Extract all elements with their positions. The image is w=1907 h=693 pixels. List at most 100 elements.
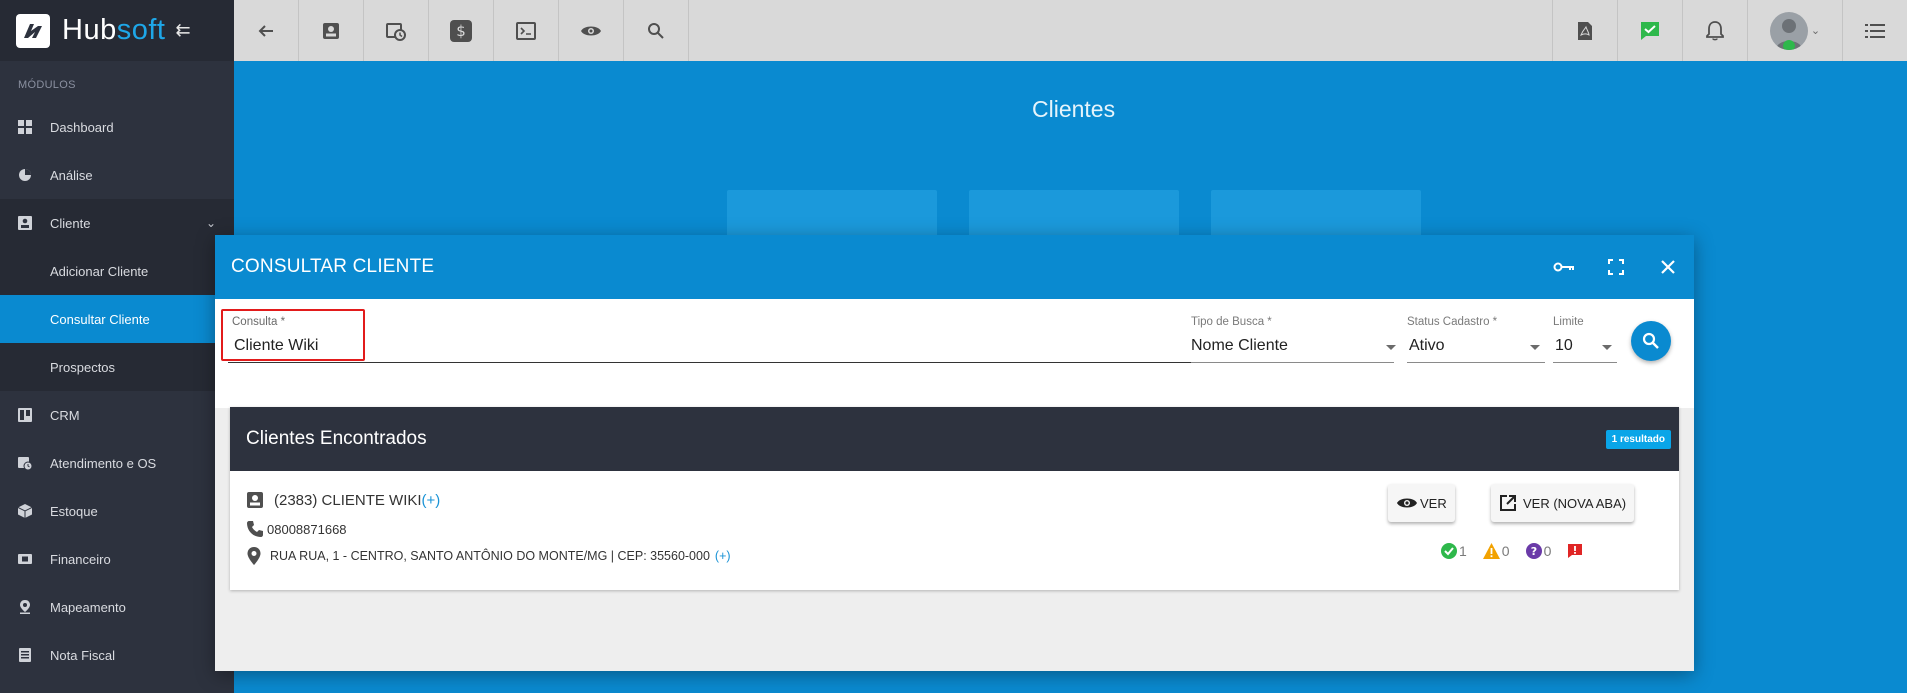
- search-button[interactable]: [624, 0, 689, 61]
- top-toolbar: $ ⌄: [234, 0, 1907, 61]
- box-icon: [18, 504, 32, 518]
- contact-card-icon: [323, 22, 339, 39]
- user-menu[interactable]: ⌄: [1747, 0, 1842, 61]
- pdf-button[interactable]: [1552, 0, 1617, 61]
- brand-name-part2: soft: [116, 14, 166, 46]
- page-title: Clientes: [1032, 96, 1116, 122]
- hubsoft-logo-icon: [16, 13, 50, 48]
- sidebar-subitem-prospectos[interactable]: Prospectos: [0, 343, 234, 391]
- money-icon: [18, 554, 32, 564]
- key-button[interactable]: [1538, 241, 1590, 293]
- calendar-clock-icon: [386, 22, 406, 41]
- pdf-file-icon: [1578, 21, 1592, 40]
- results-title: Clientes Encontrados: [246, 428, 427, 449]
- modal-header: CONSULTAR CLIENTE: [215, 235, 1694, 299]
- sidebar: Hubsoft ⇇ MÓDULOS Dashboard Análise Clie…: [0, 0, 234, 693]
- menu-button[interactable]: [1842, 0, 1907, 61]
- back-button[interactable]: [234, 0, 299, 61]
- tasks-button[interactable]: [1617, 0, 1682, 61]
- warning-icon: [1482, 543, 1500, 559]
- status-cadastro-underline: [1407, 362, 1545, 363]
- status-cadastro-select[interactable]: Ativo: [1409, 337, 1539, 355]
- ver-nova-aba-button[interactable]: VER (NOVA ABA): [1491, 484, 1635, 522]
- sidebar-item-estoque[interactable]: Estoque: [0, 487, 234, 535]
- results-header: Clientes Encontrados 1 resultado: [230, 407, 1679, 471]
- counter-ok-value: 1: [1459, 543, 1467, 559]
- fullscreen-icon: [1608, 259, 1624, 275]
- search-icon: [648, 22, 664, 39]
- client-name-line: (2383) CLIENTE WIKI (+): [246, 491, 440, 509]
- client-phone-line: 08008871668: [246, 520, 347, 538]
- sidebar-item-financeiro[interactable]: Financeiro: [0, 535, 234, 583]
- open-in-new-icon: [1500, 495, 1516, 511]
- key-icon: [1553, 262, 1574, 272]
- client-name-expand[interactable]: (+): [422, 492, 441, 509]
- grid-icon: [18, 120, 32, 134]
- collapse-sidebar-icon[interactable]: ⇇: [175, 20, 190, 41]
- chat-check-icon: [1641, 21, 1659, 40]
- client-address-line: RUA RUA, 1 - CENTRO, SANTO ANTÔNIO DO MO…: [246, 546, 731, 566]
- sidebar-subitem-adicionar-cliente[interactable]: Adicionar Cliente: [0, 247, 234, 295]
- counter-question[interactable]: ? 0: [1525, 543, 1552, 559]
- close-icon: [1661, 260, 1675, 274]
- notifications-button[interactable]: [1682, 0, 1747, 61]
- map-pin-icon: [247, 547, 261, 565]
- sidebar-subitem-consultar-cliente[interactable]: Consultar Cliente: [0, 295, 234, 343]
- sidebar-item-label: Dashboard: [50, 119, 114, 135]
- sidebar-item-label: CRM: [50, 407, 80, 423]
- finance-button[interactable]: $: [429, 0, 494, 61]
- alert-message-icon: [1568, 544, 1583, 558]
- map-pin-icon: [20, 600, 30, 614]
- counter-alert[interactable]: [1567, 543, 1583, 559]
- counter-question-value: 0: [1543, 543, 1552, 559]
- status-cadastro-label: Status Cadastro *: [1407, 316, 1498, 328]
- ver-button[interactable]: VER: [1388, 484, 1455, 522]
- sidebar-item-label: Nota Fiscal: [50, 647, 116, 663]
- pie-chart-icon: [19, 169, 31, 181]
- results-panel: Clientes Encontrados 1 resultado (2383) …: [230, 407, 1679, 590]
- search-form: Consulta * Cliente Wiki Tipo de Busca * …: [215, 299, 1694, 408]
- contact-card-icon: [18, 216, 32, 230]
- sidebar-item-dashboard[interactable]: Dashboard: [0, 103, 234, 151]
- section-label: MÓDULOS: [18, 79, 76, 91]
- view-button[interactable]: [559, 0, 624, 61]
- search-submit-button[interactable]: [1631, 321, 1671, 361]
- dropdown-arrow-icon: [1602, 345, 1612, 350]
- sidebar-item-nota-fiscal[interactable]: Nota Fiscal: [0, 631, 234, 679]
- svg-text:?: ?: [1530, 545, 1536, 558]
- contact-card-icon: [247, 492, 263, 508]
- avatar: [1769, 11, 1808, 50]
- sidebar-item-analise[interactable]: Análise: [0, 151, 234, 199]
- document-icon: [19, 648, 31, 662]
- client-row: (2383) CLIENTE WIKI (+) 08008871668 RUA R…: [230, 471, 1679, 590]
- client-address-expand[interactable]: (+): [715, 549, 731, 563]
- sidebar-item-mapeamento[interactable]: Mapeamento: [0, 583, 234, 631]
- sidebar-item-label: Cliente: [50, 215, 91, 231]
- client-name[interactable]: (2383) CLIENTE WIKI: [274, 492, 422, 509]
- close-button[interactable]: [1642, 241, 1694, 293]
- list-menu-icon: [1865, 23, 1885, 38]
- client-phone: 08008871668: [267, 521, 347, 537]
- tipo-busca-underline: [1191, 362, 1394, 363]
- brand-name: Hubsoft: [62, 14, 165, 47]
- modal-title: CONSULTAR CLIENTE: [231, 256, 435, 277]
- sidebar-item-atendimento[interactable]: Atendimento e OS: [0, 439, 234, 487]
- fullscreen-button[interactable]: [1590, 241, 1642, 293]
- schedule-button[interactable]: [364, 0, 429, 61]
- sidebar-item-crm[interactable]: CRM: [0, 391, 234, 439]
- terminal-button[interactable]: [494, 0, 559, 61]
- counter-warning[interactable]: 0: [1482, 543, 1510, 559]
- sidebar-item-label: Análise: [50, 167, 93, 183]
- contacts-button[interactable]: [299, 0, 364, 61]
- search-icon: [1642, 332, 1659, 349]
- client-address: RUA RUA, 1 - CENTRO, SANTO ANTÔNIO DO MO…: [270, 549, 710, 563]
- counter-ok[interactable]: 1: [1441, 543, 1467, 559]
- kanban-icon: [18, 408, 32, 422]
- chevron-down-icon: ⌄: [205, 216, 216, 230]
- tipo-busca-select[interactable]: Nome Cliente: [1191, 337, 1389, 355]
- consulta-input[interactable]: Cliente Wiki: [234, 337, 994, 355]
- consulta-label: Consulta *: [232, 316, 286, 328]
- chevron-down-icon: ⌄: [1810, 25, 1821, 37]
- sidebar-item-cliente[interactable]: Cliente ⌄: [0, 199, 234, 247]
- eye-icon: [1397, 498, 1417, 508]
